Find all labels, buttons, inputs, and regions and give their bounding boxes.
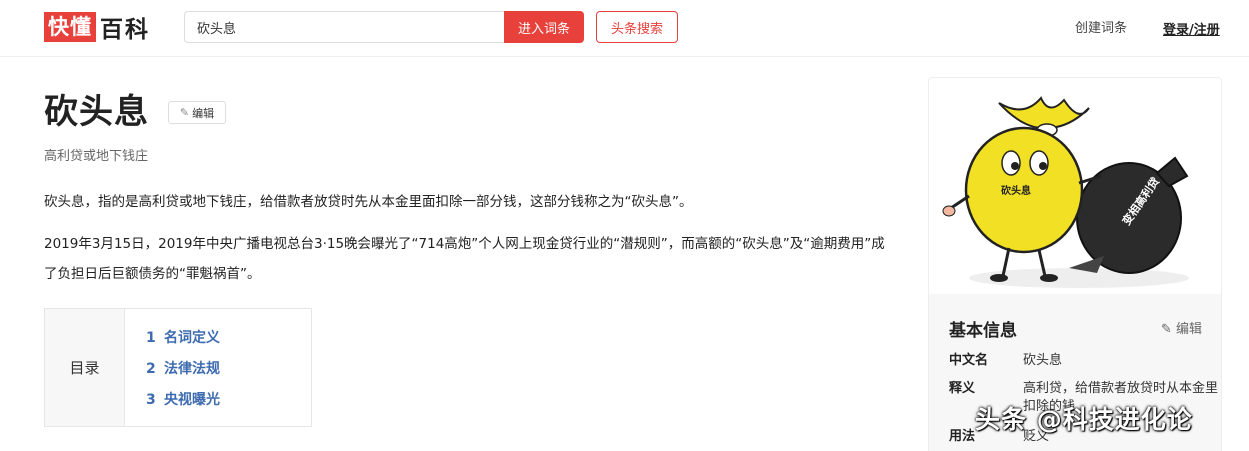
site-logo[interactable]: 快懂 百科 (44, 12, 150, 43)
toc-item-cctv[interactable]: 3 央视曝光 (146, 387, 220, 418)
toc-item-law[interactable]: 2 法律法规 (146, 356, 220, 387)
info-edit-button[interactable]: ✎ 编辑 (1161, 318, 1202, 337)
cartoon-illustration: 变相高利贷 砍头息 (929, 78, 1221, 294)
toc-label: 目录 (45, 309, 125, 426)
info-section-title: 基本信息 (949, 321, 1017, 341)
search-input[interactable] (184, 11, 504, 43)
login-register-link[interactable]: 登录/注册 (1163, 19, 1220, 38)
toc-item-definition[interactable]: 1 名词定义 (146, 325, 220, 356)
top-header: 快懂 百科 进入词条 头条搜索 创建词条 登录/注册 (0, 0, 1249, 57)
toutiao-search-button[interactable]: 头条搜索 (596, 11, 678, 43)
watermark: 头条 @科技进化论 (975, 405, 1193, 434)
edit-button[interactable]: ✎ 编辑 (168, 101, 226, 124)
summary-paragraph: 砍头息，指的是高利贷或地下钱庄，给借款者放贷时先从本金里面扣除一部分钱，这部分钱… (44, 194, 693, 210)
page-title: 砍头息 (44, 92, 149, 132)
logo-text: 百科 (100, 17, 150, 43)
yellow-money-bag: 砍头息 (942, 96, 1102, 282)
logo-red-box: 快懂 (44, 12, 96, 42)
info-card: 变相高利贷 砍头息 基本信息 ✎ 编辑 中文名 砍头息 释义 高利贷，给借款者放… (928, 77, 1222, 451)
edit-label: 编辑 (192, 106, 215, 120)
table-of-contents: 目录 1 名词定义 2 法律法规 3 央视曝光 (44, 308, 312, 427)
create-entry-link[interactable]: 创建词条 (1075, 17, 1127, 36)
toc-list: 1 名词定义 2 法律法规 3 央视曝光 (125, 309, 220, 426)
pencil-icon: ✎ (1161, 322, 1177, 337)
detail-paragraph: 2019年3月15日，2019年中央广播电视总台3·15晚会曝光了“714高炮”… (44, 236, 885, 282)
dark-money-bag: 变相高利贷 (1069, 156, 1189, 274)
svg-text:砍头息: 砍头息 (1001, 184, 1031, 197)
pencil-icon: ✎ (179, 106, 190, 119)
enter-entry-button[interactable]: 进入词条 (504, 11, 584, 43)
page-subtitle: 高利贷或地下钱庄 (44, 149, 149, 164)
